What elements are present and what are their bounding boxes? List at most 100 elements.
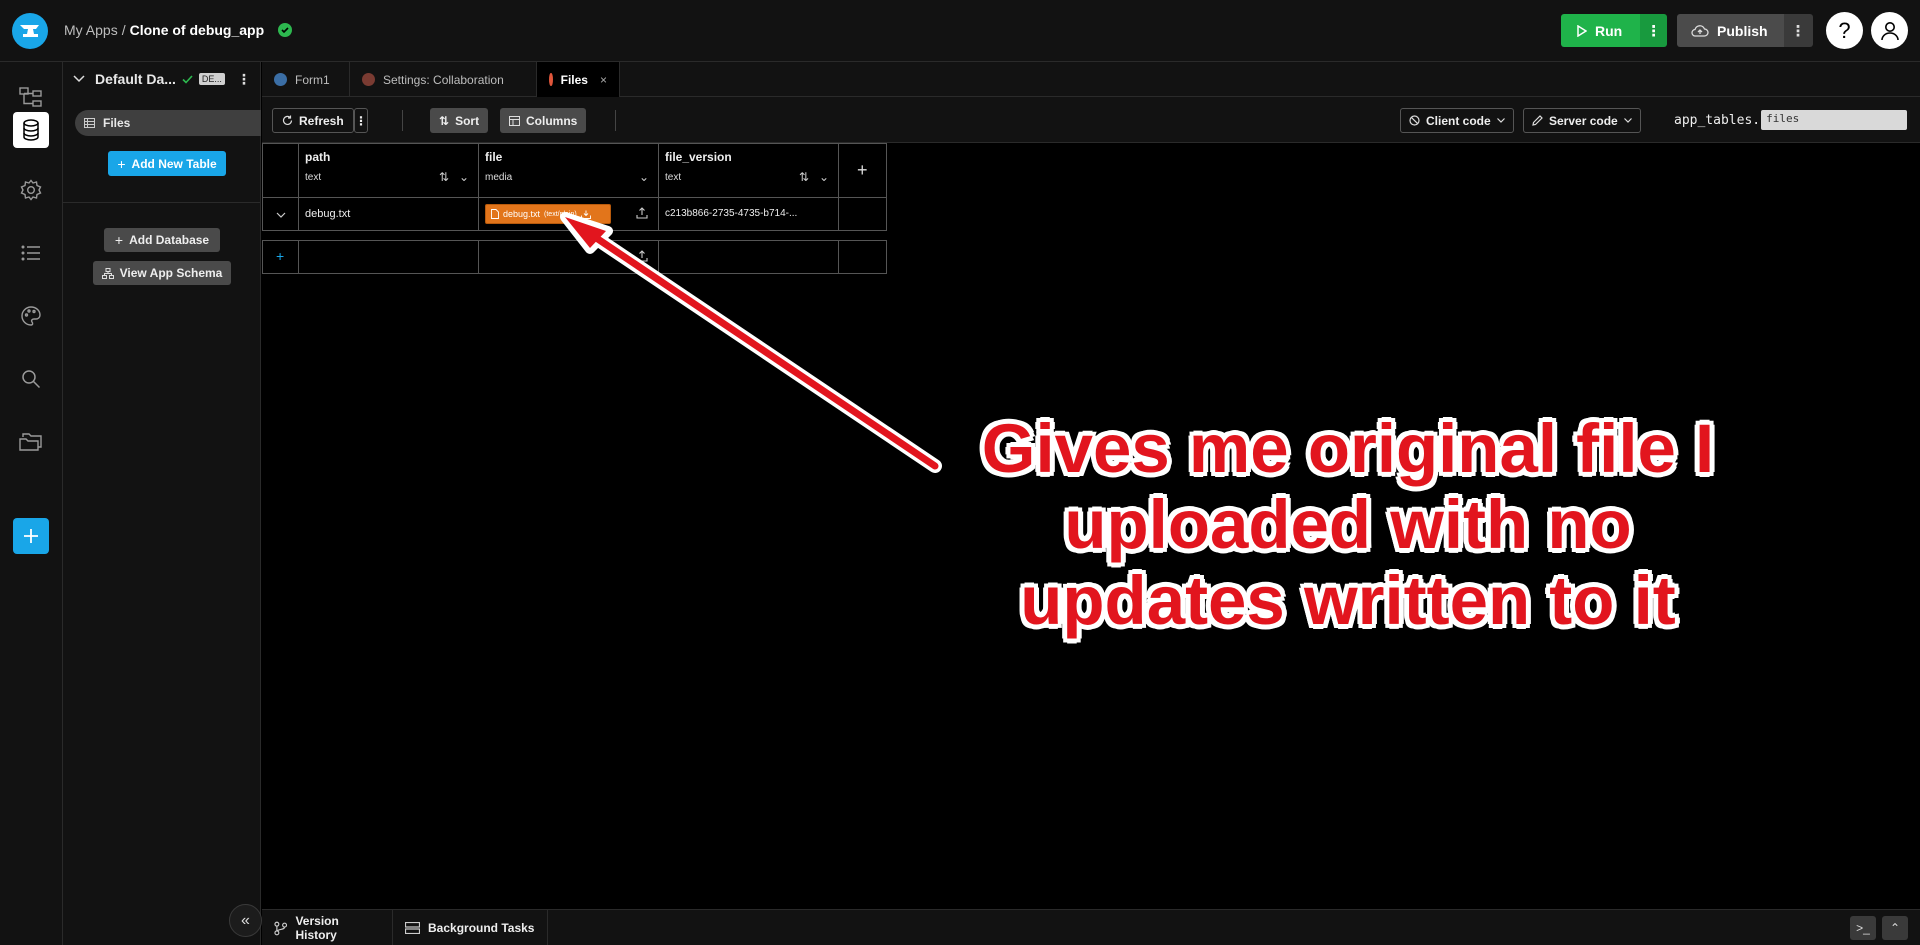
chevron-down-icon[interactable]: ⌄ [639, 170, 649, 184]
add-row-button[interactable]: + [262, 240, 299, 274]
help-icon: ? [1838, 17, 1851, 43]
server-code-button[interactable]: Server code [1523, 108, 1641, 133]
chevron-up-icon: ⌃ [1889, 921, 1901, 935]
app-name[interactable]: Clone of debug_app [130, 22, 265, 38]
close-icon[interactable]: × [600, 73, 607, 87]
add-icon[interactable] [13, 518, 49, 554]
download-icon[interactable] [580, 210, 591, 219]
palette-icon[interactable] [13, 298, 49, 334]
tab-label: Settings: Collaboration [383, 72, 504, 87]
columns-button[interactable]: Columns [500, 108, 587, 133]
annotation-line: Gives me original file I [981, 410, 1715, 487]
toolbar-divider [402, 110, 403, 131]
background-tasks-label: Background Tasks [428, 921, 535, 935]
media-mime-type: (text/plain) [544, 210, 577, 218]
anvil-logo-icon[interactable] [12, 13, 48, 49]
row-expand-cell[interactable] [262, 197, 299, 231]
publish-button[interactable]: Publish [1677, 14, 1784, 47]
chevron-down-icon[interactable] [73, 75, 85, 83]
cell-path[interactable]: debug.txt [298, 197, 479, 231]
sidebar-item-files[interactable]: Files [75, 110, 261, 136]
tasks-icon [405, 922, 420, 934]
add-new-table-button[interactable]: + Add New Table [108, 151, 226, 176]
view-app-schema-button[interactable]: View App Schema [93, 261, 231, 285]
tab-label: Files [560, 72, 588, 87]
new-row: + [262, 240, 887, 274]
account-button[interactable] [1871, 12, 1908, 49]
list-icon[interactable] [13, 235, 49, 271]
new-cell-path[interactable] [298, 240, 479, 274]
chevron-down-icon[interactable]: ⌄ [459, 170, 469, 184]
chevron-down-icon[interactable]: ⌄ [819, 170, 829, 184]
row-spacer-cell [838, 197, 887, 231]
column-type: text [665, 172, 682, 183]
server-code-label: Server code [1549, 113, 1618, 128]
database-header[interactable]: Default Da... DE... ⋮ [63, 62, 260, 96]
column-type: media [485, 172, 513, 183]
schema-icon [101, 267, 114, 279]
annotation-line: uploaded with no [1064, 486, 1632, 563]
breadcrumb-separator: / [121, 22, 126, 38]
background-tasks-button[interactable]: Background Tasks [393, 910, 548, 945]
column-header-path[interactable]: path text ⇅ ⌄ [298, 143, 479, 198]
tab-files[interactable]: Files × [537, 62, 620, 97]
file-icon [491, 209, 499, 219]
annotation-line: updates written to it [1020, 562, 1676, 639]
app-tables-prefix: app_tables. [1674, 112, 1761, 128]
add-database-button[interactable]: + Add Database [104, 228, 220, 252]
settings-icon[interactable] [13, 172, 49, 208]
client-code-button[interactable]: Client code [1400, 108, 1514, 133]
table-python-name-input[interactable]: files [1761, 110, 1908, 130]
column-name: file_version [665, 150, 732, 164]
cell-file[interactable]: debug.txt (text/plain) [478, 197, 659, 231]
columns-label: Columns [526, 113, 578, 128]
refresh-button[interactable]: Refresh [272, 108, 354, 133]
run-button[interactable]: Run [1561, 14, 1641, 47]
breadcrumb: My Apps / Clone of debug_app [64, 22, 293, 38]
terminal-button[interactable]: >_ [1850, 916, 1876, 940]
version-history-button[interactable]: Version History [262, 910, 393, 945]
expand-panel-button[interactable]: ⌃ [1882, 916, 1908, 940]
chevron-down-icon [1623, 118, 1632, 123]
form-icon [274, 73, 287, 86]
plus-icon: + [117, 155, 126, 172]
media-file-name: debug.txt [503, 209, 541, 219]
no-code-icon [1409, 115, 1420, 126]
column-header-file-version[interactable]: file_version text ⇅ ⌄ [658, 143, 839, 198]
database-tab-icon [549, 73, 553, 86]
column-header-file[interactable]: file media ⌄ [478, 143, 659, 198]
tab-settings-collaboration[interactable]: Settings: Collaboration [350, 62, 537, 97]
database-options-icon[interactable]: ⋮ [237, 71, 251, 88]
upload-icon[interactable] [636, 207, 648, 219]
search-icon[interactable] [13, 361, 49, 397]
media-file-chip[interactable]: debug.txt (text/plain) [485, 204, 611, 224]
publish-label: Publish [1717, 22, 1768, 39]
publish-options-button[interactable]: ⋮ [1783, 14, 1813, 47]
check-icon [182, 74, 193, 84]
help-button[interactable]: ? [1826, 12, 1863, 49]
sort-button[interactable]: ⇅ Sort [430, 108, 489, 133]
cell-file-version[interactable]: c213b866-2735-4735-b714-... [658, 197, 839, 231]
sort-icon[interactable]: ⇅ [439, 170, 449, 184]
breadcrumb-my-apps[interactable]: My Apps [64, 22, 118, 38]
new-cell-file-version[interactable] [658, 240, 839, 274]
folder-icon[interactable] [13, 424, 49, 460]
new-cell-file[interactable] [478, 240, 659, 274]
sidebar-item-label: Files [103, 116, 131, 130]
add-column-button[interactable]: + [838, 143, 887, 198]
tab-form1[interactable]: Form1 [262, 62, 350, 97]
column-name: path [305, 150, 331, 164]
sort-icon[interactable]: ⇅ [799, 170, 809, 184]
collapse-panel-button[interactable]: « [229, 904, 262, 937]
bottom-bar: Version History Background Tasks >_ ⌃ [262, 909, 1920, 945]
table-toolbar: Refresh ⋮ ⇅ Sort Columns Client code Ser… [262, 97, 1920, 143]
more-options-button[interactable]: ⋮ [354, 108, 368, 133]
database-icon[interactable] [13, 112, 49, 148]
app-structure-icon[interactable] [13, 80, 49, 116]
git-branch-icon [274, 921, 288, 935]
refresh-icon [282, 115, 293, 125]
client-code-label: Client code [1426, 113, 1491, 128]
run-button-group: Run ⋮ [1561, 14, 1668, 47]
upload-icon[interactable] [636, 250, 648, 262]
run-options-button[interactable]: ⋮ [1640, 14, 1668, 47]
